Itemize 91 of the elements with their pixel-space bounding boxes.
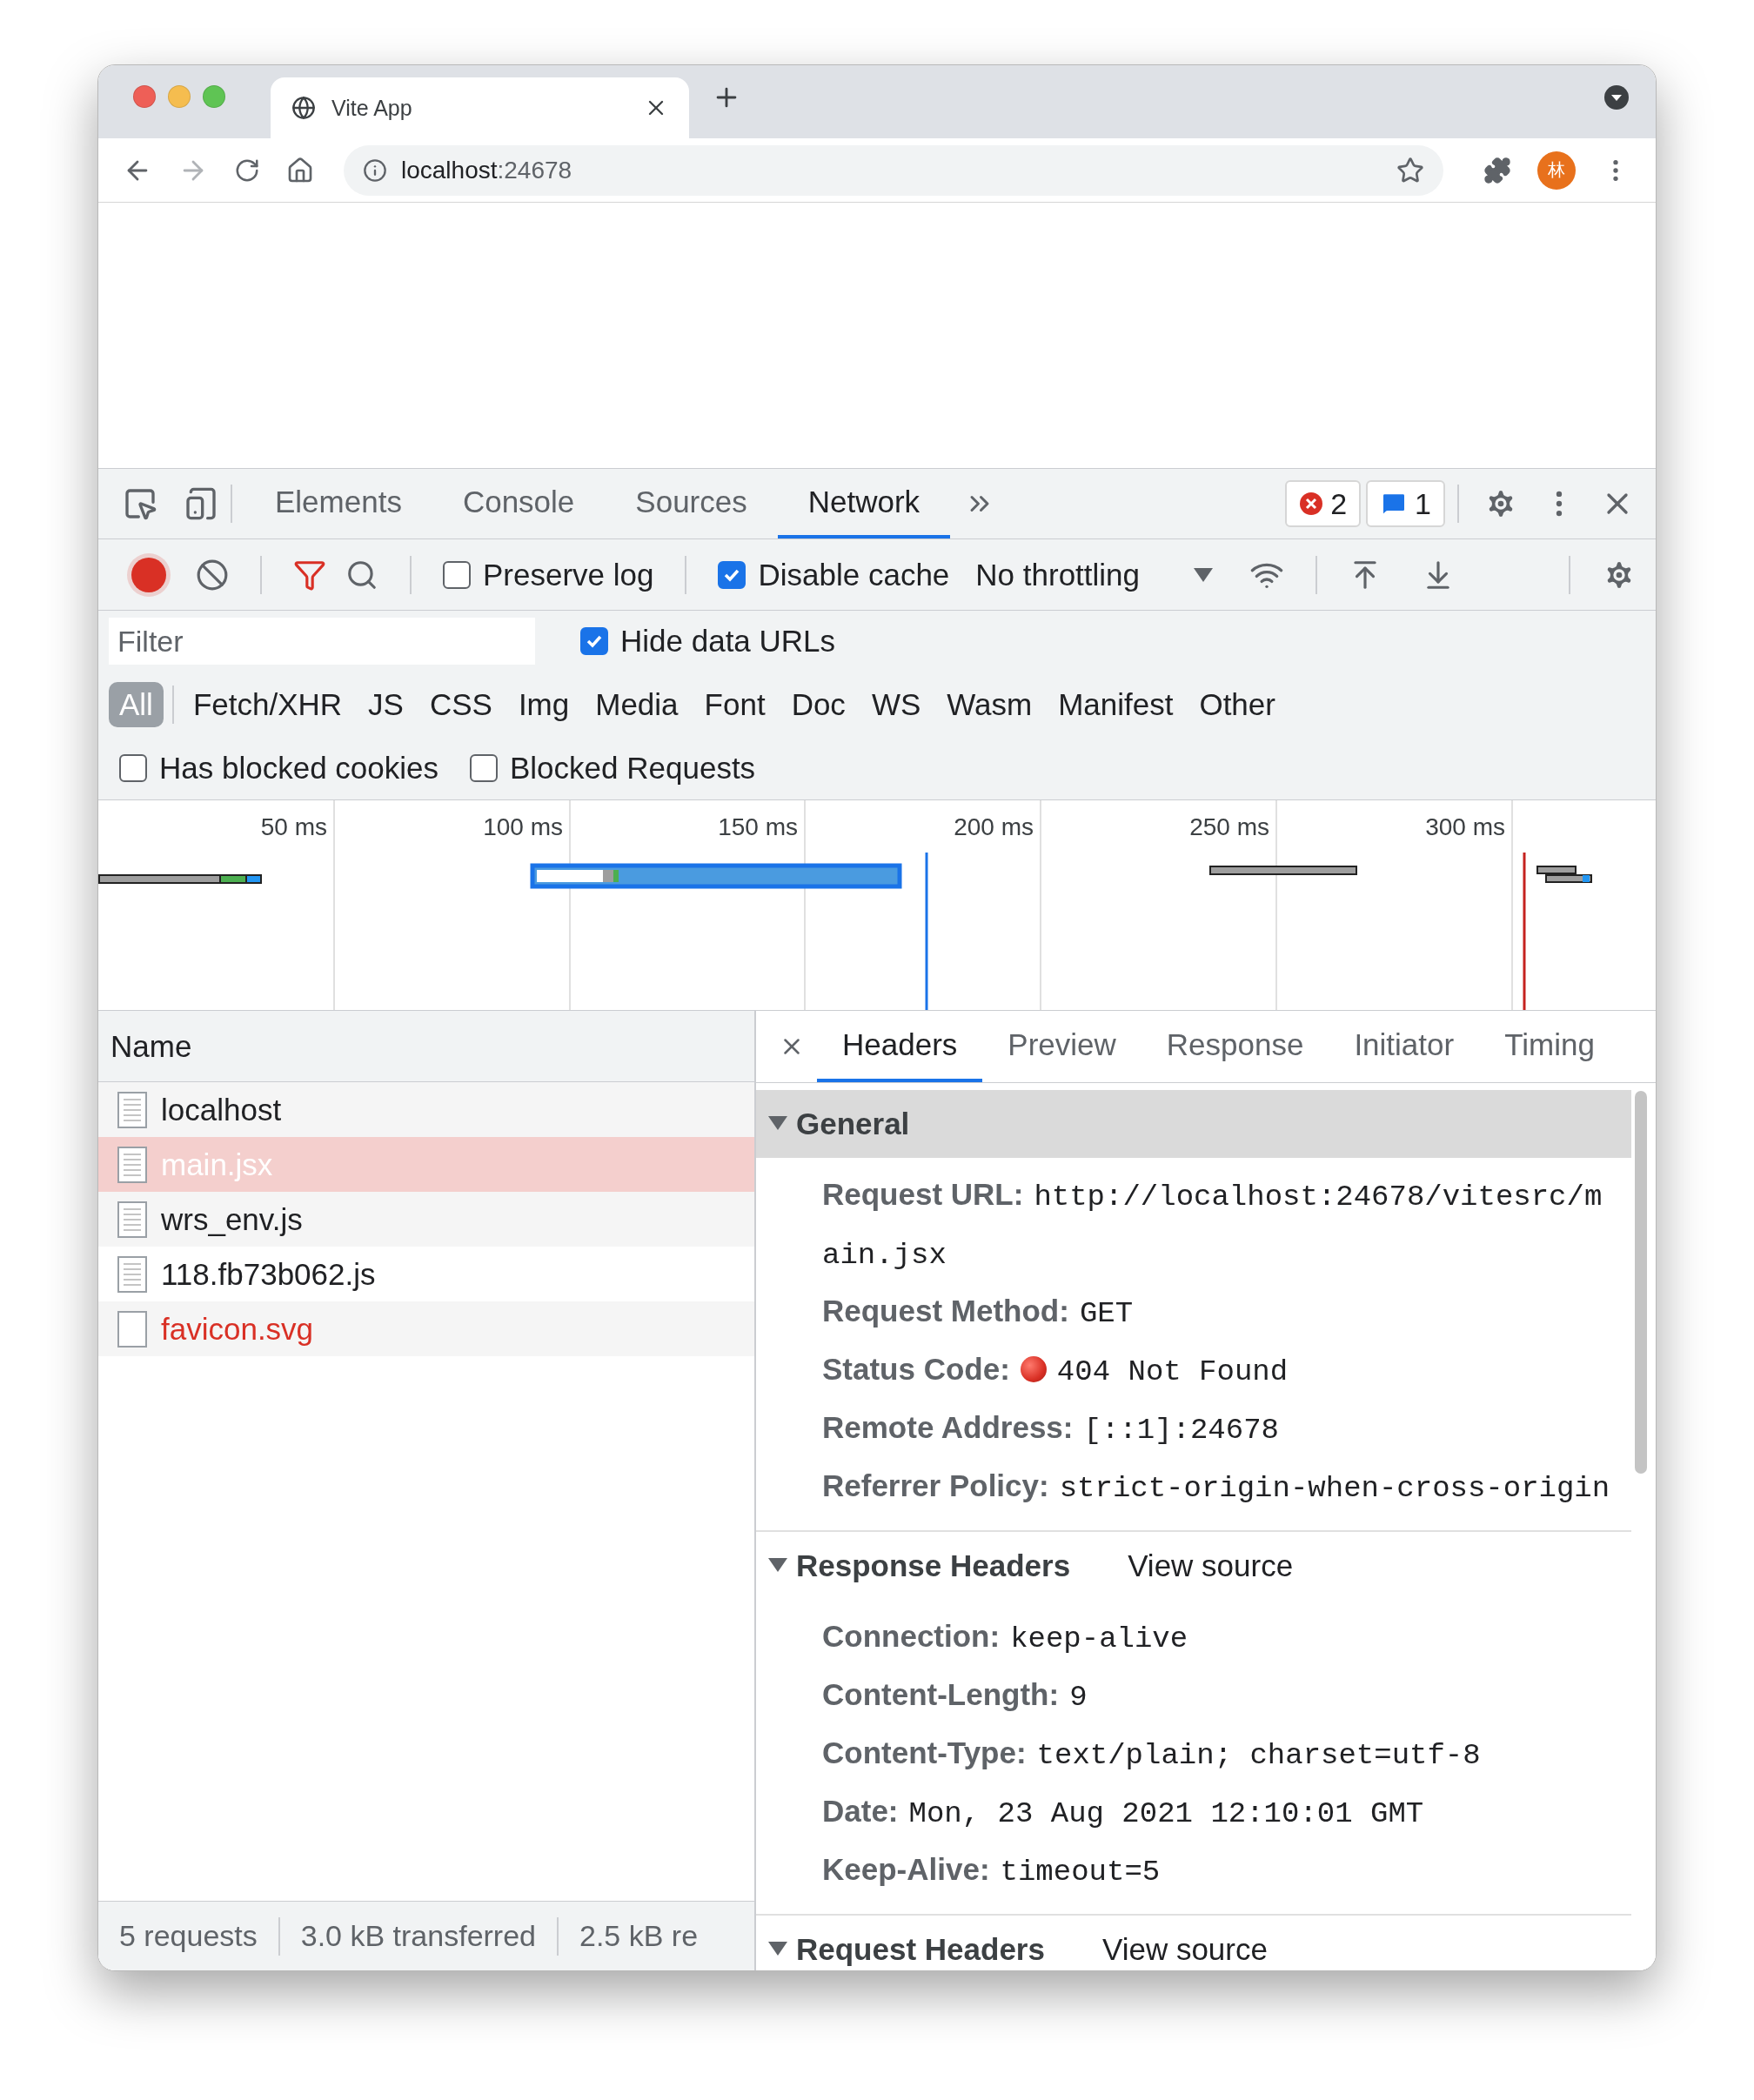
device-toolbar-icon[interactable] bbox=[184, 486, 218, 521]
home-icon[interactable] bbox=[286, 156, 314, 184]
time-tick-label: 200 ms bbox=[954, 813, 1034, 840]
clear-icon[interactable] bbox=[196, 558, 229, 592]
checkbox-label: Hide data URLs bbox=[620, 624, 836, 659]
header-field: Date: Mon, 23 Aug 2021 12:10:01 GMT bbox=[822, 1783, 1614, 1842]
status-dot-icon bbox=[1020, 1356, 1047, 1382]
bookmark-star-icon[interactable] bbox=[1396, 156, 1424, 184]
detail-tab[interactable]: Preview bbox=[982, 1011, 1141, 1082]
section-header[interactable]: General bbox=[756, 1090, 1631, 1158]
document-icon bbox=[117, 1146, 147, 1183]
checkbox[interactable] bbox=[470, 754, 498, 782]
header-field: Remote Address: [::1]:24678 bbox=[822, 1400, 1614, 1458]
tab-search-icon[interactable] bbox=[1603, 84, 1630, 110]
document-icon bbox=[117, 1200, 147, 1238]
header-name: Status Code: bbox=[822, 1352, 1010, 1386]
info-icon[interactable] bbox=[363, 157, 387, 183]
extensions-icon[interactable] bbox=[1483, 156, 1511, 184]
view-source-link[interactable]: View source bbox=[1101, 1932, 1268, 1967]
type-filter[interactable]: Wasm bbox=[936, 681, 1043, 727]
browser-tab[interactable]: Vite App bbox=[271, 77, 689, 138]
time-tick-label: 50 ms bbox=[260, 813, 327, 840]
type-filter[interactable]: WS bbox=[860, 681, 932, 727]
checkbox[interactable] bbox=[119, 754, 147, 782]
header-field: Content-Type: text/plain; charset=utf-8 bbox=[822, 1725, 1614, 1783]
checkbox-label: Preserve log bbox=[483, 557, 654, 592]
header-value: 404 Not Found bbox=[1056, 1355, 1289, 1388]
type-filter[interactable]: JS bbox=[358, 681, 414, 727]
header-field: Content-Length: 9 bbox=[822, 1667, 1614, 1725]
panel-tab[interactable]: Sources bbox=[605, 469, 778, 538]
document-icon bbox=[117, 1091, 147, 1128]
column-header[interactable]: Name bbox=[98, 1011, 754, 1082]
error-icon bbox=[1299, 492, 1324, 516]
header-field: Connection: keep-alive bbox=[822, 1608, 1614, 1667]
document-icon bbox=[117, 1255, 147, 1293]
close-window-button[interactable] bbox=[133, 85, 156, 108]
status-text: 2.5 kB re bbox=[579, 1919, 699, 1953]
type-filter[interactable]: Doc bbox=[780, 681, 856, 727]
checkbox[interactable] bbox=[443, 560, 471, 589]
panel-tab[interactable]: Network bbox=[777, 469, 951, 538]
section-header[interactable]: Request Headers View source bbox=[756, 1916, 1631, 1970]
panel-tab[interactable]: Elements bbox=[244, 469, 432, 538]
panel-tab[interactable]: Console bbox=[432, 469, 606, 538]
status-text: 5 requests bbox=[119, 1919, 258, 1953]
type-filter[interactable]: Fetch/XHR bbox=[182, 681, 353, 727]
detail-tab[interactable]: Timing bbox=[1479, 1011, 1620, 1082]
detail-tab[interactable]: Headers bbox=[817, 1011, 983, 1082]
type-filter[interactable]: Media bbox=[585, 681, 689, 727]
inspect-icon[interactable] bbox=[123, 486, 157, 521]
header-field: Referrer Policy: strict-origin-when-cross-origin bbox=[822, 1458, 1614, 1516]
detail-tab[interactable]: Initiator bbox=[1329, 1011, 1480, 1082]
collapse-triangle-icon bbox=[768, 1942, 787, 1957]
header-field: Keep-Alive: timeout=5 bbox=[822, 1842, 1614, 1900]
section-header[interactable]: Response Headers View source bbox=[756, 1532, 1631, 1600]
type-filter[interactable]: CSS bbox=[418, 681, 503, 727]
time-tick-label: 150 ms bbox=[718, 813, 798, 840]
type-filter[interactable]: Other bbox=[1188, 681, 1286, 727]
message-count-badge[interactable]: 1 bbox=[1366, 480, 1445, 527]
scrollbar[interactable] bbox=[1635, 1091, 1647, 1474]
checkbox-label: Disable cache bbox=[758, 557, 950, 592]
detail-tab[interactable]: Response bbox=[1141, 1011, 1329, 1082]
globe-icon bbox=[291, 96, 316, 120]
time-tick-label: 250 ms bbox=[1189, 813, 1269, 840]
collapse-triangle-icon bbox=[768, 1558, 787, 1574]
time-tick-label: 100 ms bbox=[483, 813, 563, 840]
type-filter[interactable]: Img bbox=[507, 681, 580, 727]
checkbox[interactable] bbox=[580, 627, 608, 655]
request-row[interactable]: wrs_env.js bbox=[98, 1192, 754, 1247]
tab-title: Vite App bbox=[331, 95, 413, 121]
record-button[interactable] bbox=[131, 557, 166, 592]
filter-input[interactable]: Filter bbox=[109, 618, 535, 665]
request-bar bbox=[1536, 866, 1592, 883]
checkbox[interactable] bbox=[718, 560, 746, 589]
checkbox-label: Has blocked cookies bbox=[159, 751, 438, 786]
file-icon bbox=[117, 1310, 147, 1348]
header-field: Request URL: http://localhost:24678/vitesrc/main.jsx bbox=[822, 1167, 1614, 1283]
header-field: Request Method: GET bbox=[822, 1283, 1614, 1341]
error-count-badge[interactable]: 2 bbox=[1285, 480, 1362, 527]
type-filter[interactable]: Font bbox=[693, 681, 776, 727]
status-text: 3.0 kB transferred bbox=[300, 1919, 536, 1953]
view-source-link[interactable]: View source bbox=[1128, 1548, 1294, 1583]
time-tick-label: 300 ms bbox=[1425, 813, 1505, 840]
address-bar[interactable]: localhost:24678 bbox=[344, 144, 1443, 196]
checkbox-label: Blocked Requests bbox=[510, 751, 756, 786]
request-row[interactable]: localhost bbox=[98, 1082, 754, 1137]
request-row[interactable]: favicon.svg bbox=[98, 1301, 754, 1356]
dropdown-caret-icon[interactable] bbox=[1194, 567, 1214, 582]
url-text: localhost:24678 bbox=[401, 156, 573, 184]
throttling-select[interactable]: No throttling bbox=[975, 557, 1141, 592]
type-filter[interactable]: Manifest bbox=[1048, 681, 1184, 727]
collapse-triangle-icon bbox=[768, 1116, 787, 1132]
